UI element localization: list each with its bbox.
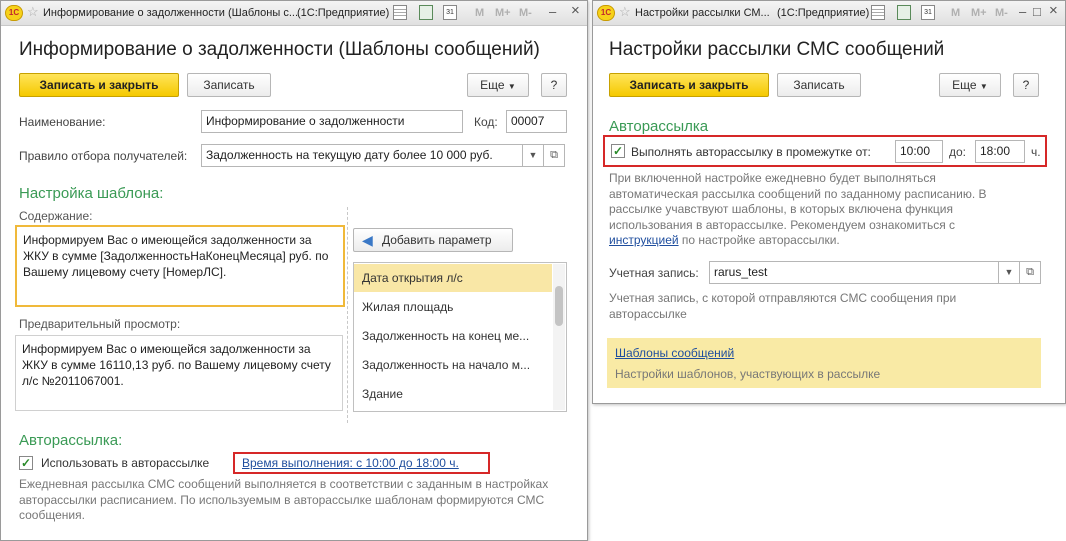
page-title: Информирование о задолженности (Шаблоны … [19, 39, 540, 60]
preview-label: Предварительный просмотр: [19, 317, 181, 331]
close-icon[interactable]: × [571, 2, 580, 19]
time-to-field[interactable]: 18:00 [975, 140, 1025, 163]
list-scrollbar[interactable] [553, 264, 565, 410]
parameters-list: Дата открытия л/с Жилая площадь Задолжен… [353, 262, 567, 412]
scrollbar-thumb[interactable] [555, 286, 563, 326]
preview-text: Информируем Вас о имеющейся задолженност… [15, 335, 343, 411]
list-item[interactable]: Задолженность на конец ме... [354, 322, 552, 350]
close-icon[interactable]: × [1049, 2, 1058, 19]
rule-dropdown-icon[interactable]: ▼ [522, 144, 544, 167]
account-note: Учетная запись, с которой отправляются С… [609, 291, 957, 321]
save-button[interactable]: Записать [187, 73, 271, 97]
chevron-down-icon: ▼ [979, 82, 988, 91]
time-from-field[interactable]: 10:00 [895, 140, 943, 163]
save-button[interactable]: Записать [777, 73, 861, 97]
more-menu-button[interactable]: Еще ▼ [939, 73, 1001, 97]
account-field[interactable]: rarus_test [709, 261, 999, 284]
list-item[interactable]: Задолженность на начало м... [354, 351, 552, 379]
code-label: Код: [474, 115, 498, 129]
template-section-title: Настройка шаблона: [19, 185, 164, 202]
templates-panel: Шаблоны сообщений Настройки шаблонов, уч… [607, 338, 1041, 388]
account-open-icon[interactable]: ⧉ [1019, 261, 1041, 284]
minimize-icon[interactable]: – [549, 4, 556, 19]
memory-m-button[interactable]: M [475, 7, 484, 19]
auto-note-tail: по настройке авторассылки. [681, 233, 840, 247]
favorite-star-icon[interactable]: ☆ [619, 4, 631, 20]
auto-section-title: Авторассылка [609, 118, 709, 135]
calendar-icon[interactable]: 31 [443, 5, 457, 20]
sms-settings-window: 1С ☆ Настройки рассылки СМ... (1С:Предпр… [592, 0, 1066, 404]
app-name: (1С:Предприятие) [777, 7, 870, 19]
calendar-icon[interactable]: 31 [921, 5, 935, 20]
chevron-down-icon: ▼ [507, 82, 516, 91]
content-label: Содержание: [19, 209, 93, 223]
add-parameter-label: Добавить параметр [382, 233, 492, 247]
maximize-icon[interactable]: □ [1033, 4, 1041, 19]
auto-checkbox-label[interactable]: Использовать в авторассылке [41, 456, 209, 470]
save-and-close-button[interactable]: Записать и закрыть [609, 73, 769, 97]
more-menu-button[interactable]: Еще ▼ [467, 73, 529, 97]
document-icon[interactable] [393, 5, 407, 20]
list-item[interactable]: Жилая площадь [354, 293, 552, 321]
window-title: Информирование о задолженности (Шаблоны … [43, 7, 299, 19]
calculator-icon[interactable] [897, 5, 911, 20]
content-textarea[interactable]: Информируем Вас о имеющейся задолженност… [15, 225, 345, 307]
document-icon[interactable] [871, 5, 885, 20]
favorite-star-icon[interactable]: ☆ [27, 4, 39, 20]
splitter[interactable] [347, 207, 348, 423]
code-field[interactable]: 00007 [506, 110, 567, 133]
rule-label: Правило отбора получателей: [19, 149, 188, 163]
memory-minus-button[interactable]: M- [519, 7, 532, 19]
titlebar[interactable]: 1С ☆ Информирование о задолженности (Шаб… [1, 1, 587, 26]
hours-unit: ч. [1031, 145, 1041, 159]
page-title: Настройки рассылки СМС сообщений [609, 39, 945, 60]
add-parameter-button[interactable]: ◀ Добавить параметр [353, 228, 513, 252]
window-title: Настройки рассылки СМ... [635, 7, 770, 19]
minimize-icon[interactable]: – [1019, 4, 1026, 19]
name-field[interactable]: Информирование о задолженности [201, 110, 463, 133]
app-name: (1С:Предприятие) [297, 7, 390, 19]
rule-open-icon[interactable]: ⧉ [543, 144, 565, 167]
help-button[interactable]: ? [1013, 73, 1039, 97]
memory-m-button[interactable]: M [951, 7, 960, 19]
interval-checkbox[interactable]: ✓ [611, 144, 625, 158]
auto-note: Ежедневная рассылка СМС сообщений выполн… [19, 477, 549, 522]
schedule-link[interactable]: Время выполнения: с 10:00 до 18:00 ч. [242, 456, 459, 470]
list-item[interactable]: Здание [354, 380, 552, 408]
more-label: Еще [480, 78, 505, 92]
to-label: до: [949, 145, 967, 159]
arrow-left-icon: ◀ [362, 232, 373, 248]
account-label: Учетная запись: [609, 266, 699, 280]
name-label: Наименование: [19, 115, 106, 129]
app-logo-icon: 1С [597, 5, 615, 21]
template-window: 1С ☆ Информирование о задолженности (Шаб… [0, 0, 588, 541]
memory-plus-button[interactable]: M+ [971, 7, 987, 19]
rule-field[interactable]: Задолженность на текущую дату более 10 0… [201, 144, 523, 167]
help-button[interactable]: ? [541, 73, 567, 97]
memory-minus-button[interactable]: M- [995, 7, 1008, 19]
instruction-link[interactable]: инструкцией [609, 233, 679, 247]
app-logo-icon: 1С [5, 5, 23, 21]
auto-checkbox[interactable]: ✓ [19, 456, 33, 470]
auto-note: При включенной настройке ежедневно будет… [609, 171, 999, 249]
list-item[interactable]: Дата открытия л/с [354, 264, 552, 292]
interval-label[interactable]: Выполнять авторассылку в промежутке от: [631, 145, 871, 159]
auto-note-text: При включенной настройке ежедневно будет… [609, 171, 987, 232]
calculator-icon[interactable] [419, 5, 433, 20]
account-dropdown-icon[interactable]: ▼ [998, 261, 1020, 284]
templates-link[interactable]: Шаблоны сообщений [615, 346, 734, 360]
save-and-close-button[interactable]: Записать и закрыть [19, 73, 179, 97]
auto-section-title: Авторассылка: [19, 432, 123, 449]
templates-note: Настройки шаблонов, участвующих в рассыл… [615, 367, 881, 381]
more-label: Еще [952, 78, 977, 92]
memory-plus-button[interactable]: M+ [495, 7, 511, 19]
titlebar[interactable]: 1С ☆ Настройки рассылки СМ... (1С:Предпр… [593, 1, 1065, 26]
